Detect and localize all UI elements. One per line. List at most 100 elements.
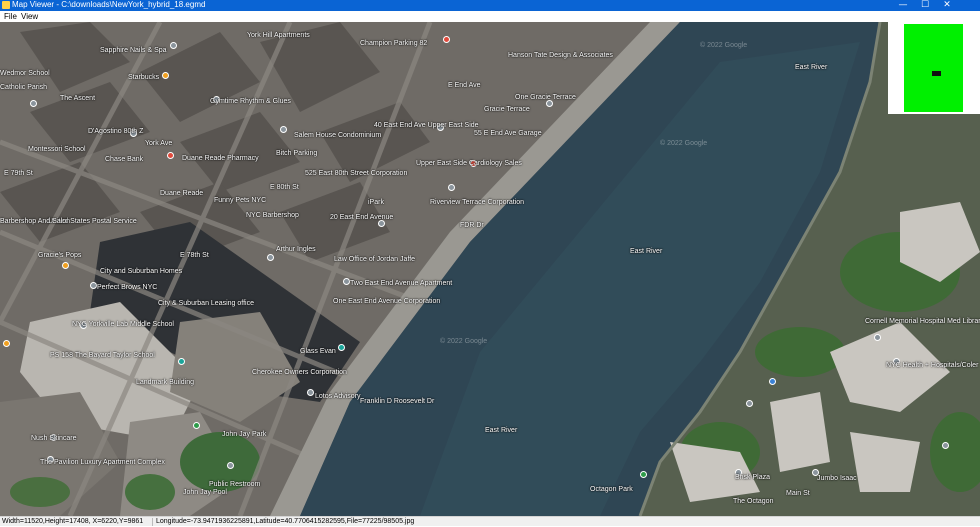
poi-pin[interactable] bbox=[343, 278, 350, 285]
map-label: Cherokee Owners Corporation bbox=[252, 369, 347, 376]
minimize-button[interactable]: — bbox=[892, 0, 914, 11]
map-label: Nush Skincare bbox=[31, 435, 77, 442]
map-label: York Hill Apartments bbox=[247, 32, 310, 39]
map-label: Franklin D Roosevelt Dr bbox=[360, 398, 435, 405]
map-label: Two East End Avenue Apartment bbox=[350, 280, 453, 287]
map-label: FDR Dr bbox=[460, 222, 484, 229]
map-label: One East End Avenue Corporation bbox=[333, 298, 441, 305]
minimap-viewport-marker[interactable] bbox=[932, 71, 941, 76]
map-canvas[interactable]: Sapphire Nails & Spa Starbucks Wedmor Sc… bbox=[0, 22, 980, 516]
map-label: Arthur Ingles bbox=[276, 246, 316, 253]
map-label: John Jay Park bbox=[222, 431, 267, 438]
map-label: Barbershop And Salon bbox=[0, 218, 71, 225]
poi-pin[interactable] bbox=[267, 254, 274, 261]
poi-pin[interactable] bbox=[30, 100, 37, 107]
map-label: Duane Reade bbox=[160, 190, 204, 197]
map-label: Starbucks bbox=[128, 74, 160, 81]
poi-pin-starbucks[interactable] bbox=[162, 72, 169, 79]
map-label: The Pavilion Luxury Apartment Complex bbox=[40, 459, 165, 466]
map-watermark: © 2022 Google bbox=[700, 42, 748, 49]
map-label: NYC Yorkville Lab Middle School bbox=[72, 321, 174, 328]
map-label: Catholic Parish bbox=[0, 84, 48, 91]
poi-pin[interactable] bbox=[280, 126, 287, 133]
map-label: Cornell Memorial Hospital Med Library bbox=[865, 318, 980, 325]
minimap[interactable] bbox=[888, 22, 980, 114]
map-label: John Jay Pool bbox=[183, 489, 227, 496]
map-label: East River bbox=[630, 248, 663, 255]
maximize-button[interactable]: ☐ bbox=[914, 0, 936, 11]
map-label: Wedmor School bbox=[0, 70, 50, 77]
map-watermark: © 2022 Google bbox=[660, 140, 708, 147]
map-label: City and Suburban Homes bbox=[100, 268, 183, 275]
map-label: 20 East End Avenue bbox=[330, 214, 394, 221]
poi-pin-duane-reade[interactable] bbox=[167, 152, 174, 159]
map-label: E 79th St bbox=[4, 170, 33, 177]
map-label: D'Agostino 80th Z bbox=[88, 128, 144, 135]
map-label: NYC Barbershop bbox=[246, 212, 299, 219]
poi-pin[interactable] bbox=[193, 422, 200, 429]
poi-pin[interactable] bbox=[3, 340, 10, 347]
map-label: Gracie's Pops bbox=[38, 252, 82, 259]
map-label: Octagon Park bbox=[590, 486, 633, 493]
map-label: Chase Bank bbox=[105, 156, 144, 163]
poi-pin[interactable] bbox=[90, 282, 97, 289]
status-separator bbox=[152, 518, 153, 526]
map-label: Jumbo Isaac bbox=[817, 475, 857, 482]
map-label: Montessori School bbox=[28, 146, 86, 153]
map-label: Riverview Terrace Corporation bbox=[430, 199, 525, 206]
map-label: Gymtime Rhythm & Glues bbox=[210, 98, 291, 105]
map-label: iPark bbox=[368, 199, 384, 206]
map-label: Duane Reade Pharmacy bbox=[182, 155, 259, 162]
map-label: Landmark Building bbox=[136, 379, 194, 386]
title-bar: Map Viewer - C:\downloads\NewYork_hybrid… bbox=[0, 0, 980, 11]
map-label: Hanson Tate Design & Associates bbox=[508, 52, 613, 59]
map-label: The Octagon bbox=[733, 498, 774, 505]
map-label: Main St bbox=[786, 490, 810, 497]
map-label: Lotos Advisory bbox=[315, 393, 361, 400]
map-label: One Gracie Terrace bbox=[515, 94, 576, 101]
poi-pin-champion-parking[interactable] bbox=[443, 36, 450, 43]
map-watermark: © 2022 Google bbox=[440, 338, 488, 345]
poi-pin[interactable] bbox=[874, 334, 881, 341]
map-label: The Ascent bbox=[60, 95, 96, 102]
map-label: NYC Health + Hospitals/Coler bbox=[886, 362, 979, 369]
poi-pin[interactable] bbox=[640, 471, 647, 478]
menu-file[interactable]: File bbox=[4, 11, 17, 22]
map-label: 55 E End Ave Garage bbox=[474, 130, 542, 137]
map-label: PS 158 The Bayard Taylor School bbox=[50, 352, 155, 359]
poi-pin[interactable] bbox=[307, 389, 314, 396]
map-label: Sapphire Nails & Spa bbox=[100, 47, 167, 54]
map-label: Law Office of Jordan Jaffe bbox=[334, 256, 416, 263]
poi-pin[interactable] bbox=[942, 442, 949, 449]
poi-pin[interactable] bbox=[448, 184, 455, 191]
map-label: City & Suburban Leasing office bbox=[158, 300, 254, 307]
map-label: Upper East Side Cardiology Sales bbox=[416, 160, 522, 167]
minimap-area[interactable] bbox=[904, 24, 963, 112]
map-label: Bitch Parking bbox=[276, 150, 318, 157]
poi-pin[interactable] bbox=[769, 378, 776, 385]
menu-view[interactable]: View bbox=[21, 11, 38, 22]
map-label: Champion Parking 82 bbox=[360, 40, 428, 47]
poi-pin[interactable] bbox=[178, 358, 185, 365]
map-label: E End Ave bbox=[448, 82, 481, 89]
poi-pin[interactable] bbox=[62, 262, 69, 269]
status-bar: Width=11520,Height=17408, X=6220,Y=9861 … bbox=[0, 516, 980, 526]
close-button[interactable]: ✕ bbox=[936, 0, 958, 11]
map-label: E 78th St bbox=[180, 252, 209, 259]
poi-pin-glass-evan[interactable] bbox=[338, 344, 345, 351]
map-label: East River bbox=[485, 427, 518, 434]
map-label: Gracie Terrace bbox=[484, 106, 530, 113]
poi-pin[interactable] bbox=[227, 462, 234, 469]
window-title: Map Viewer - C:\downloads\NewYork_hybrid… bbox=[12, 0, 206, 9]
poi-pin[interactable] bbox=[170, 42, 177, 49]
map-label: Public Restroom bbox=[209, 481, 261, 488]
map-label: Salem House Condominium bbox=[294, 132, 382, 139]
map-label: Perfect Brows NYC bbox=[97, 284, 158, 291]
map-label: 40 East End Ave Upper East Side bbox=[374, 122, 479, 129]
map-label: Glass Evan bbox=[300, 348, 336, 355]
map-label: E 80th St bbox=[270, 184, 299, 191]
map-label: 525 East 80th Street Corporation bbox=[305, 170, 408, 177]
map-label: Brisk Plaza bbox=[735, 474, 771, 481]
poi-pin[interactable] bbox=[746, 400, 753, 407]
map-label: East River bbox=[795, 64, 828, 71]
